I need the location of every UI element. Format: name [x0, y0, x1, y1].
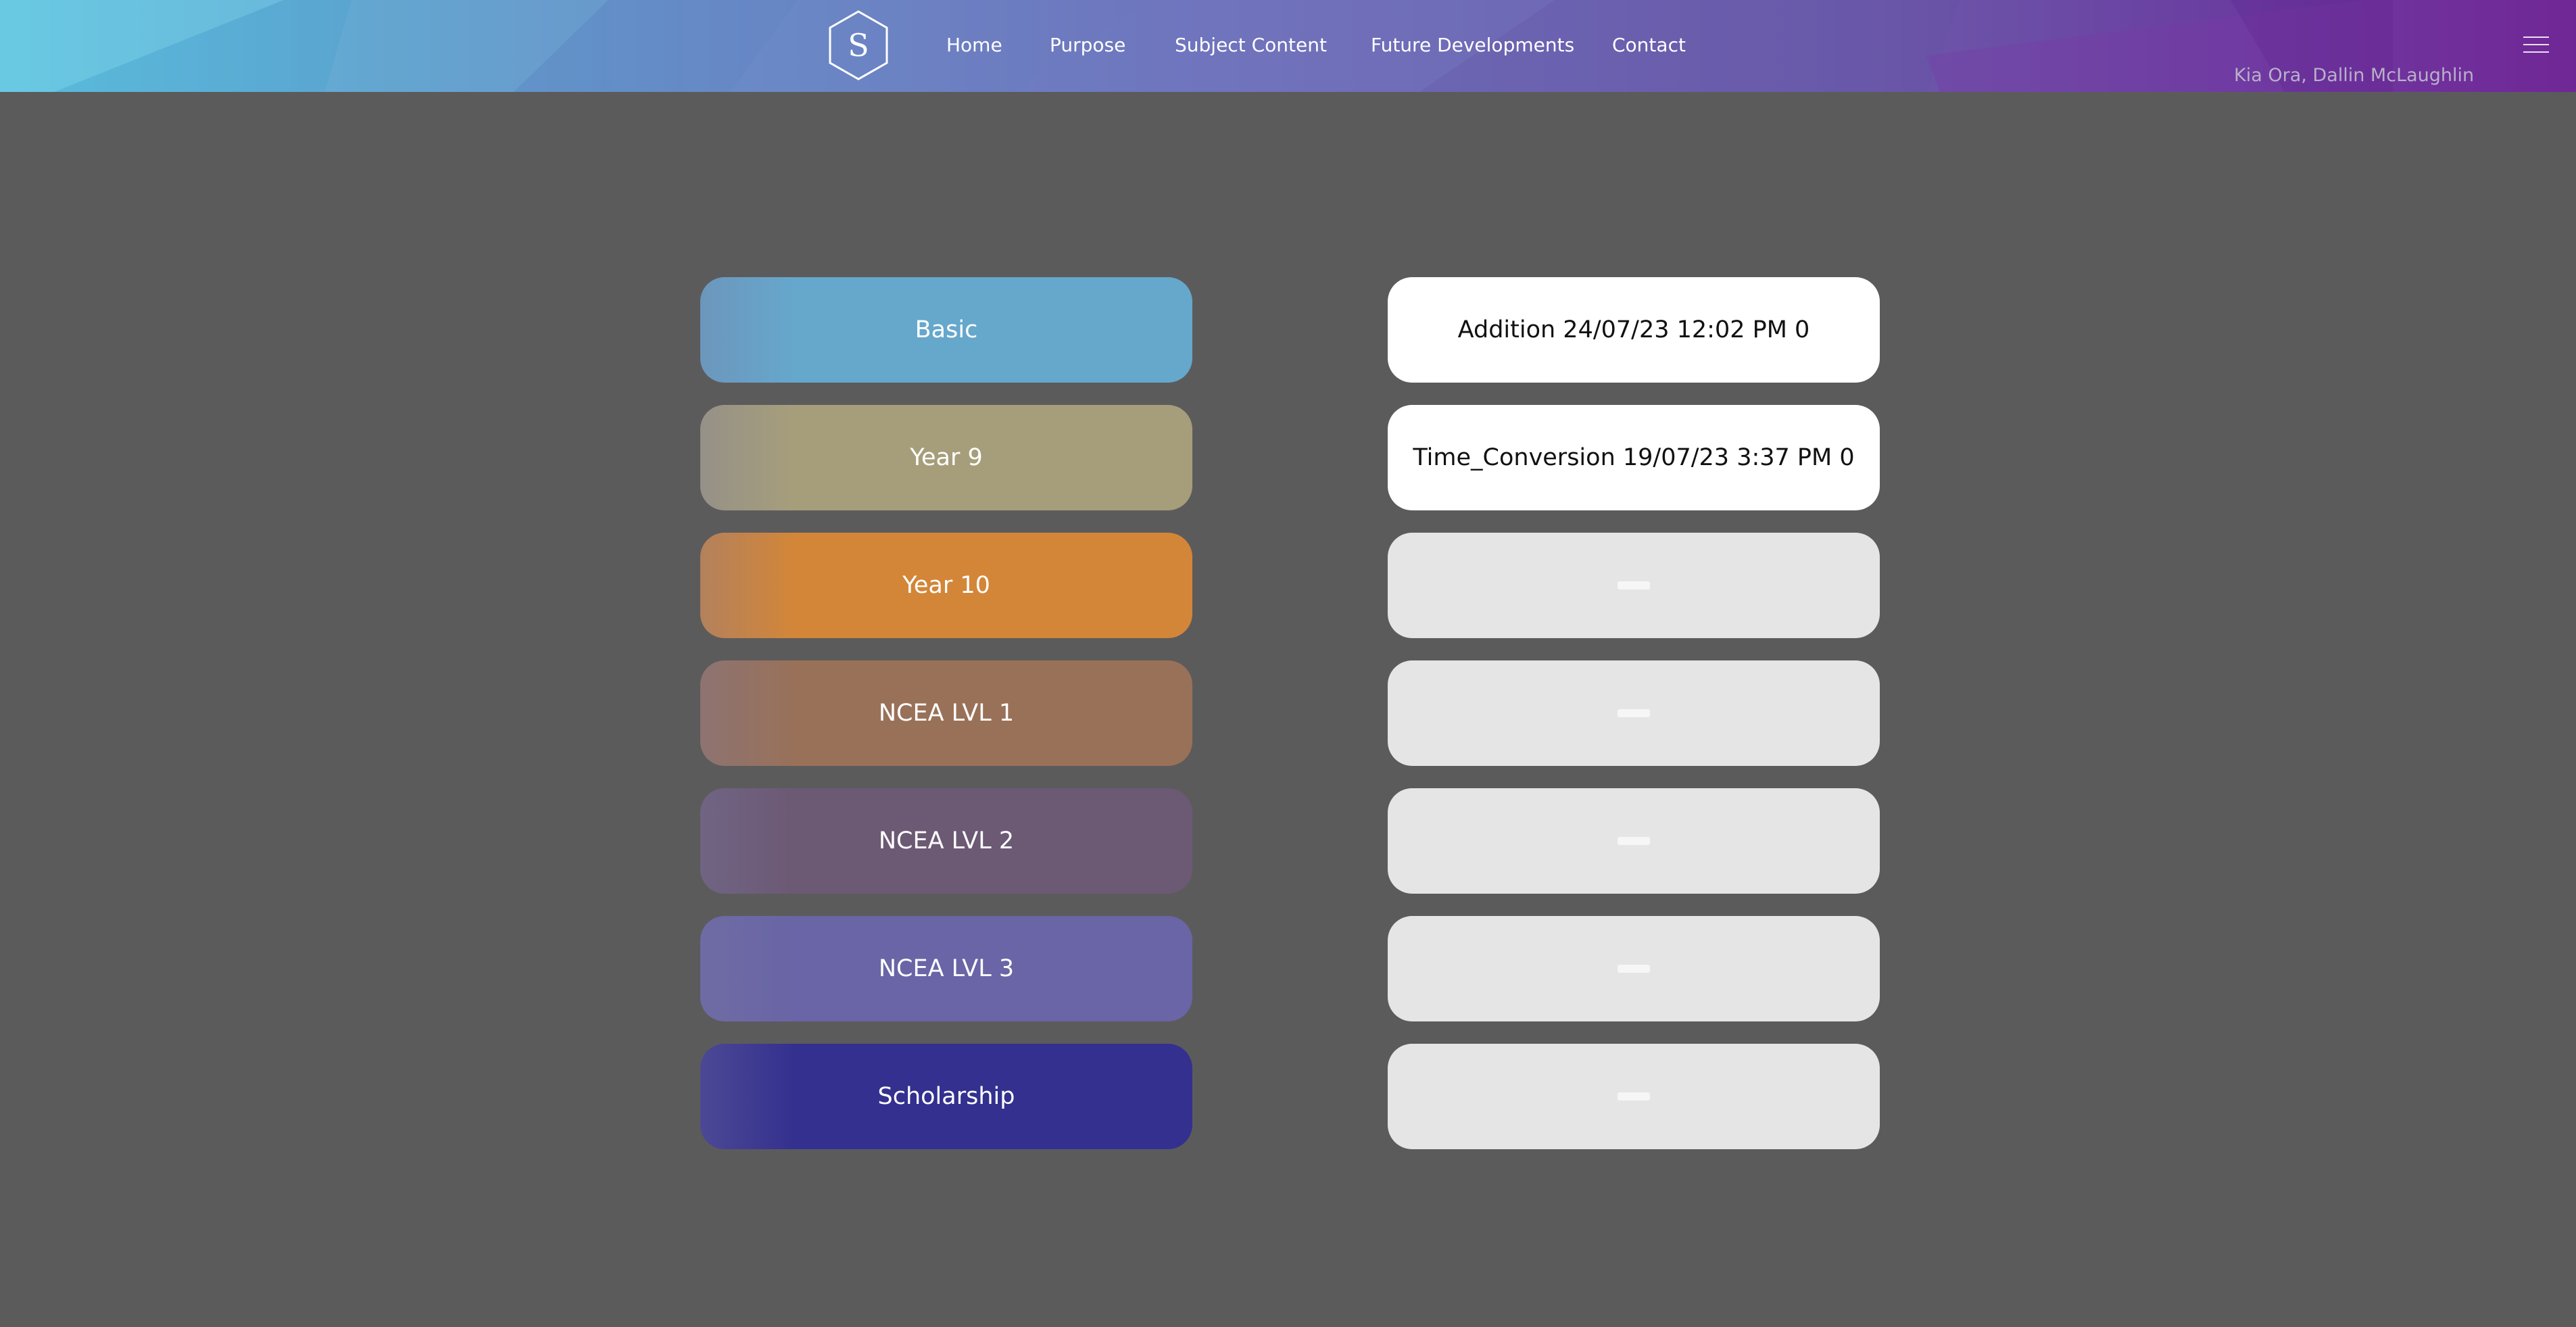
site-logo[interactable]: S — [827, 9, 890, 81]
record-card[interactable]: Time_Conversion 19/07/23 3:37 PM 0 — [1388, 405, 1880, 510]
nav-future-developments[interactable]: Future Developments — [1371, 34, 1574, 56]
record-card[interactable] — [1388, 533, 1880, 638]
level-label: Scholarship — [877, 1083, 1015, 1110]
level-label: NCEA LVL 2 — [878, 827, 1015, 854]
nav-subject-content[interactable]: Subject Content — [1175, 34, 1327, 56]
empty-record-placeholder — [1618, 1092, 1650, 1101]
level-button-ncea-lvl-3[interactable]: NCEA LVL 3 — [700, 916, 1192, 1021]
record-card[interactable] — [1388, 788, 1880, 894]
level-button-year-9[interactable]: Year 9 — [700, 405, 1192, 510]
site-header: S Home Purpose Subject Content Future De… — [0, 0, 2576, 92]
nav-contact[interactable]: Contact — [1612, 34, 1686, 56]
record-text: Time_Conversion 19/07/23 3:37 PM 0 — [1413, 444, 1855, 471]
nav-purpose[interactable]: Purpose — [1050, 34, 1125, 56]
level-button-ncea-lvl-1[interactable]: NCEA LVL 1 — [700, 660, 1192, 766]
user-greeting: Kia Ora, Dallin McLaughlin — [2234, 65, 2475, 86]
level-label: NCEA LVL 3 — [878, 955, 1015, 982]
level-button-ncea-lvl-2[interactable]: NCEA LVL 2 — [700, 788, 1192, 894]
level-label: Year 10 — [902, 572, 990, 599]
level-button-basic[interactable]: Basic — [700, 277, 1192, 383]
empty-record-placeholder — [1618, 581, 1650, 589]
level-button-scholarship[interactable]: Scholarship — [700, 1044, 1192, 1149]
empty-record-placeholder — [1618, 837, 1650, 845]
record-text: Addition 24/07/23 12:02 PM 0 — [1457, 316, 1810, 343]
nav-home[interactable]: Home — [946, 34, 1002, 56]
record-card[interactable] — [1388, 916, 1880, 1021]
level-button-year-10[interactable]: Year 10 — [700, 533, 1192, 638]
hamburger-menu-icon[interactable] — [2523, 35, 2549, 54]
level-label: NCEA LVL 1 — [878, 700, 1015, 727]
empty-record-placeholder — [1618, 965, 1650, 973]
level-label: Year 9 — [910, 444, 983, 471]
record-card[interactable] — [1388, 1044, 1880, 1149]
record-card[interactable]: Addition 24/07/23 12:02 PM 0 — [1388, 277, 1880, 383]
empty-record-placeholder — [1618, 709, 1650, 717]
logo-letter: S — [848, 27, 869, 64]
level-label: Basic — [915, 316, 978, 343]
record-card[interactable] — [1388, 660, 1880, 766]
